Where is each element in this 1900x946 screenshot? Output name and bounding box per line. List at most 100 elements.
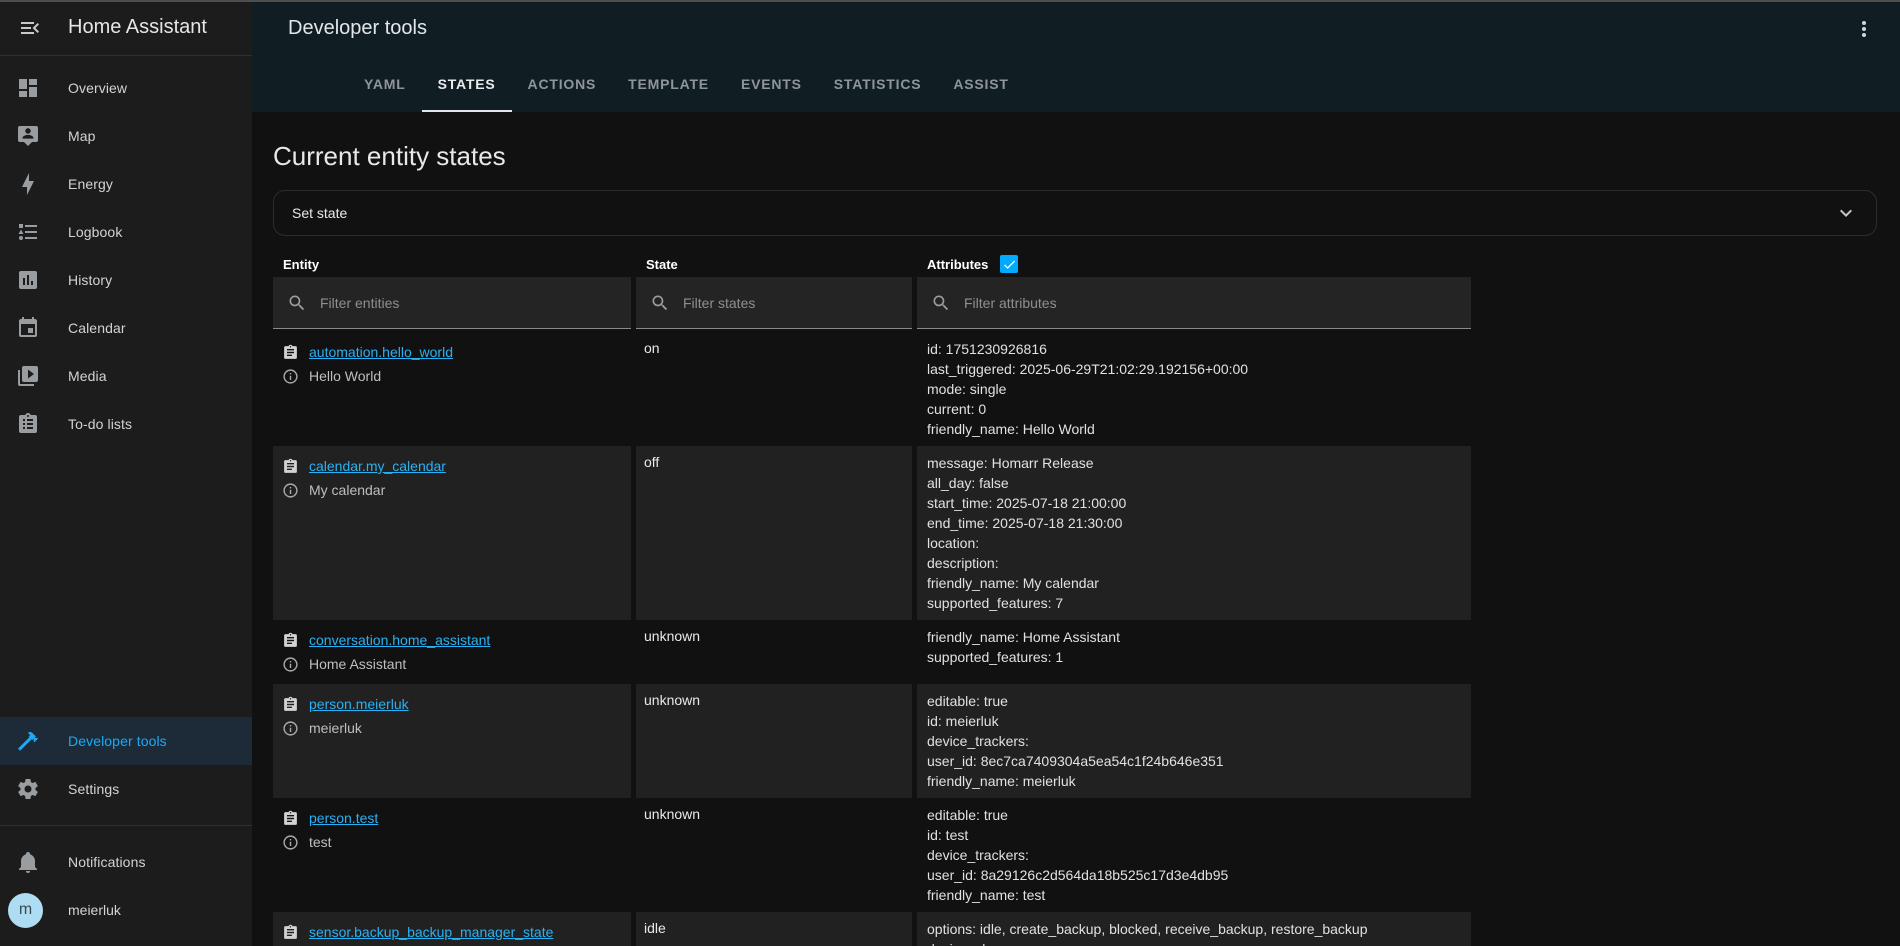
attributes-cell: id: 1751230926816last_triggered: 2025-06… [917,332,1471,446]
sidebar-item-notifications[interactable]: Notifications [0,838,252,886]
entity-friendly-name: meierluk [309,720,362,736]
table-rows: automation.hello_world Hello World on id… [273,332,1471,946]
chevron-down-icon [1834,201,1858,225]
filter-attributes-cell [917,277,1471,329]
copy-entity-id-icon[interactable] [282,696,299,713]
attribute-line: supported_features: 1 [927,647,1461,667]
sidebar-toggle-icon[interactable] [18,16,42,40]
sidebar-item-logbook[interactable]: Logbook [0,208,252,256]
filter-states-cell [636,277,912,329]
attribute-line: options: idle, create_backup, blocked, r… [927,919,1461,939]
page-title: Current entity states [273,139,1877,173]
state-cell: unknown [636,684,912,798]
sidebar-item-media[interactable]: Media [0,352,252,400]
entity-link[interactable]: automation.hello_world [309,344,453,360]
sidebar-item-history[interactable]: History [0,256,252,304]
attribute-line: message: Homarr Release [927,453,1461,473]
tab-assist[interactable]: ASSIST [937,57,1024,112]
entity-cell: person.test test [273,798,631,912]
entity-name-line: Home Assistant [282,652,623,676]
copy-entity-id-icon[interactable] [282,632,299,649]
attribute-line: friendly_name: My calendar [927,573,1461,593]
sidebar: Home Assistant Overview Map Energy Logbo… [0,0,252,946]
sidebar-divider [0,825,252,826]
entity-link[interactable]: person.meierluk [309,696,409,712]
tab-bar: YAMLSTATESACTIONSTEMPLATEEVENTSSTATISTIC… [252,57,1900,112]
attribute-line: editable: true [927,805,1461,825]
tab-yaml[interactable]: YAML [348,57,422,112]
sidebar-item-developer-tools[interactable]: Developer tools [0,717,252,765]
tooltip-account-icon [16,124,40,148]
table-row: person.meierluk meierluk unknown editabl… [273,684,1471,798]
overflow-menu-icon[interactable] [1852,17,1876,41]
hammer-icon [16,729,40,753]
attribute-line: device_trackers: [927,845,1461,865]
info-icon [282,656,299,673]
attribute-line: friendly_name: Hello World [927,419,1461,439]
filter-entities-cell [273,277,631,329]
set-state-label: Set state [292,205,347,221]
tab-template[interactable]: TEMPLATE [612,57,725,112]
window-top-edge [0,0,1900,2]
tab-states[interactable]: STATES [422,57,512,112]
home-assistant-app: Home Assistant Overview Map Energy Logbo… [0,0,1900,946]
sidebar-item-label: Calendar [68,320,126,336]
entity-link[interactable]: person.test [309,810,378,826]
user-name: meierluk [68,902,121,918]
sidebar-nav-bottom: Developer tools Settings [0,717,252,813]
state-cell: off [636,446,912,620]
copy-entity-id-icon[interactable] [282,344,299,361]
table-row: person.test test unknown editable: truei… [273,798,1471,912]
copy-entity-id-icon[interactable] [282,458,299,475]
tab-actions[interactable]: ACTIONS [512,57,613,112]
sidebar-item-settings[interactable]: Settings [0,765,252,813]
entity-cell: sensor.backup_backup_manager_state Backu… [273,912,631,946]
sidebar-item-overview[interactable]: Overview [0,64,252,112]
copy-entity-id-icon[interactable] [282,810,299,827]
copy-entity-id-icon[interactable] [282,924,299,941]
entity-states-table: Entity State Attributes [273,251,1471,946]
sidebar-item-label: Settings [68,781,119,797]
entity-id-line: conversation.home_assistant [282,628,623,652]
sidebar-item-label: Overview [68,80,127,96]
entity-id-line: sensor.backup_backup_manager_state [282,920,623,944]
sidebar-user[interactable]: m meierluk [0,886,252,934]
column-header-state: State [636,257,912,272]
tab-events[interactable]: EVENTS [725,57,818,112]
search-icon [287,293,307,313]
sidebar-item-label: Logbook [68,224,122,240]
entity-link[interactable]: conversation.home_assistant [309,632,490,648]
set-state-expander[interactable]: Set state [273,190,1877,236]
attributes-cell: editable: trueid: meierlukdevice_tracker… [917,684,1471,798]
main-panel: Developer tools YAMLSTATESACTIONSTEMPLAT… [252,0,1900,946]
attribute-line: supported_features: 7 [927,593,1461,613]
sidebar-item-map[interactable]: Map [0,112,252,160]
state-cell: unknown [636,798,912,912]
sidebar-item-energy[interactable]: Energy [0,160,252,208]
attributes-checkbox[interactable] [1000,255,1018,273]
sidebar-item-label: History [68,272,112,288]
sidebar-item-to-do-lists[interactable]: To-do lists [0,400,252,448]
sidebar-item-calendar[interactable]: Calendar [0,304,252,352]
clipboard-list-icon [16,412,40,436]
user-avatar: m [8,893,43,928]
filter-attributes-input[interactable] [964,295,1459,311]
attribute-line: device_trackers: [927,731,1461,751]
entity-id-line: person.meierluk [282,692,623,716]
attribute-line: friendly_name: meierluk [927,771,1461,791]
attribute-line: mode: single [927,379,1461,399]
entity-friendly-name: Hello World [309,368,381,384]
filter-states-input[interactable] [683,295,900,311]
tab-statistics[interactable]: STATISTICS [818,57,938,112]
entity-id-line: person.test [282,806,623,830]
notifications-label: Notifications [68,854,146,870]
filter-entities-input[interactable] [320,295,619,311]
sidebar-header: Home Assistant [0,0,252,56]
entity-link[interactable]: sensor.backup_backup_manager_state [309,924,553,940]
entity-link[interactable]: calendar.my_calendar [309,458,446,474]
entity-id-line: automation.hello_world [282,340,623,364]
entity-friendly-name: My calendar [309,482,385,498]
sidebar-item-label: Map [68,128,96,144]
header-row: Developer tools [252,0,1900,57]
table-header: Entity State Attributes [273,251,1471,277]
